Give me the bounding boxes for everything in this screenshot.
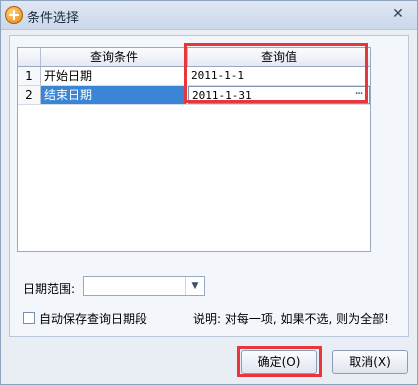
table-row[interactable]: 2 结束日期 2011-1-31 ⋯ bbox=[18, 86, 370, 105]
header-value: 查询值 bbox=[260, 50, 297, 64]
window-title: 条件选择 bbox=[27, 11, 80, 26]
title-bar: 条件选择 ✕ bbox=[1, 1, 417, 30]
row-number: 2 bbox=[18, 86, 41, 104]
cancel-button[interactable]: 取消(X) bbox=[332, 350, 408, 374]
condition-grid: 查询条件 查询值 1 开始日期 2011-1-1 2 结束日期 2011-1-3… bbox=[17, 47, 371, 252]
close-icon[interactable]: ✕ bbox=[389, 5, 407, 23]
hint-text: 说明: 对每一项, 如果不选, 则为全部! bbox=[193, 312, 389, 326]
header-row-number bbox=[18, 48, 41, 66]
condition-cell[interactable]: 结束日期 bbox=[41, 86, 187, 104]
condition-cell[interactable]: 开始日期 bbox=[41, 67, 187, 85]
table-row[interactable]: 1 开始日期 2011-1-1 bbox=[18, 67, 370, 86]
date-range-select[interactable]: ▼ bbox=[83, 276, 205, 296]
value-cell[interactable]: 2011-1-1 bbox=[188, 67, 370, 85]
date-range-label: 日期范围: bbox=[23, 282, 76, 296]
header-condition: 查询条件 bbox=[41, 48, 188, 66]
value-cell[interactable]: 2011-1-31 ⋯ bbox=[188, 86, 370, 104]
grid-header: 查询条件 查询值 bbox=[18, 48, 370, 67]
condition-dialog: 条件选择 ✕ 查询条件 查询值 1 开始日期 2011-1-1 2 结束日期 2… bbox=[0, 0, 418, 385]
row-number: 1 bbox=[18, 67, 41, 85]
autosave-label[interactable]: 自动保存查询日期段 bbox=[39, 310, 147, 327]
value-text: 2011-1-31 bbox=[192, 89, 252, 102]
autosave-checkbox[interactable] bbox=[23, 312, 35, 324]
ok-button[interactable]: 确定(O) bbox=[241, 350, 317, 374]
chevron-down-icon[interactable]: ▼ bbox=[185, 277, 204, 295]
ellipsis-button[interactable]: ⋯ bbox=[351, 87, 367, 101]
app-icon bbox=[5, 6, 23, 24]
